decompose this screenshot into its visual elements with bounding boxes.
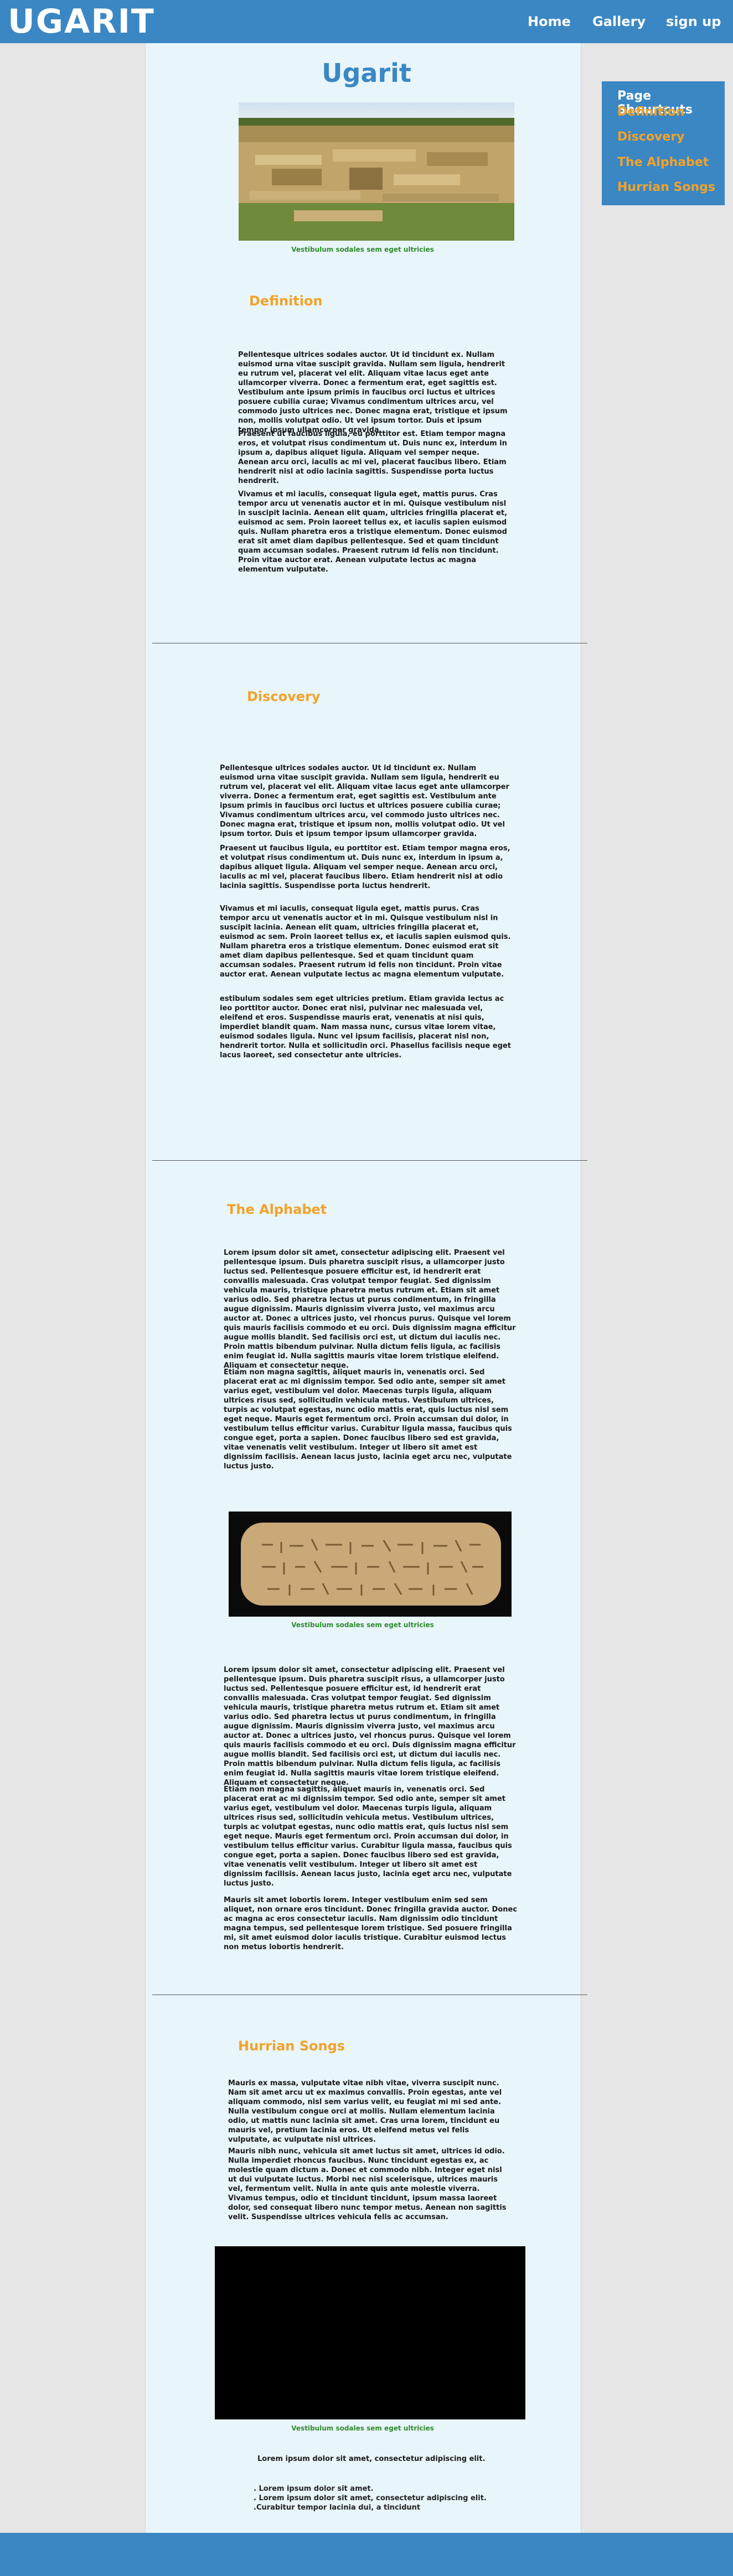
nav-link-home[interactable]: Home xyxy=(528,0,571,43)
alphabet-paragraph: Mauris sit amet lobortis lorem. Integer … xyxy=(224,1896,518,1951)
clay-tablet-illustration xyxy=(229,1512,512,1617)
video-player[interactable] xyxy=(215,2246,525,2419)
definition-paragraph: Pellentesque ultrices sodales auctor. Ut… xyxy=(238,351,508,434)
nav-link-sign-up[interactable]: sign up xyxy=(666,0,721,43)
shortcut-discovery[interactable]: Discovery xyxy=(617,130,685,144)
discovery-paragraph: Pellentesque ultrices sodales auctor. Ut… xyxy=(220,764,509,838)
shortcut-hurrian-songs[interactable]: Hurrian Songs xyxy=(617,180,715,194)
page-shortcuts-panel: Page Shourtcuts Definition Discovery The… xyxy=(602,81,725,205)
hurrian-paragraph: Mauris nibh nunc, vehicula sit amet luct… xyxy=(228,2147,507,2221)
top-navbar: UGARIT Home Gallery sign up xyxy=(0,0,733,43)
list-item: .Curabitur tempor lacinia dui, a tincidu… xyxy=(254,2504,421,2512)
list-item: . Lorem ipsum dolor sit amet. xyxy=(254,2485,374,2493)
alphabet-paragraph: Lorem ipsum dolor sit amet, consectetur … xyxy=(224,1666,516,1787)
section-divider xyxy=(152,1160,587,1161)
discovery-paragraph: Praesent ut faucibus ligula, eu porttito… xyxy=(220,844,510,890)
alphabet-heading: The Alphabet xyxy=(227,1202,327,1217)
alphabet-paragraph: Etiam non magna sagittis, aliquet mauris… xyxy=(224,1368,512,1471)
shortcut-alphabet[interactable]: The Alphabet xyxy=(617,155,709,169)
discovery-heading: Discovery xyxy=(247,689,321,704)
ruins-illustration xyxy=(239,102,514,241)
shortcut-definition[interactable]: Definition xyxy=(617,105,685,119)
site-logo[interactable]: UGARIT xyxy=(8,0,155,43)
hurrian-closing-sentence: Lorem ipsum dolor sit amet, consectetur … xyxy=(257,2455,486,2463)
alphabet-paragraph: Etiam non magna sagittis, aliquet mauris… xyxy=(224,1785,512,1888)
tablet-caption: Vestibulum sodales sem eget ultricies xyxy=(291,1621,434,1629)
video-caption: Vestibulum sodales sem eget ultricies xyxy=(291,2424,434,2432)
discovery-paragraph: Vivamus et mi iaculis, consequat ligula … xyxy=(220,905,511,979)
list-item: . Lorem ipsum dolor sit amet, consectetu… xyxy=(254,2494,487,2502)
discovery-paragraph: estibulum sodales sem eget ultricies pre… xyxy=(220,995,511,1060)
definition-paragraph: Praesent ut faucibus ligula, eu porttito… xyxy=(238,430,507,485)
footer-bar xyxy=(0,2533,733,2576)
hurrian-list: . Lorem ipsum dolor sit amet. . Lorem ip… xyxy=(254,2484,508,2512)
hurrian-paragraph: Mauris ex massa, vulputate vitae nibh vi… xyxy=(228,2079,502,2144)
nav-link-gallery[interactable]: Gallery xyxy=(592,0,646,43)
definition-heading: Definition xyxy=(249,293,323,309)
hurrian-songs-heading: Hurrian Songs xyxy=(238,2038,345,2054)
ruins-photo xyxy=(239,102,514,241)
clay-tablet-photo xyxy=(229,1512,512,1617)
definition-paragraph: Vivamus et mi iaculis, consequat ligula … xyxy=(238,490,508,574)
ruins-caption: Vestibulum sodales sem eget ultricies xyxy=(291,246,434,253)
alphabet-paragraph: Lorem ipsum dolor sit amet, consectetur … xyxy=(224,1249,516,1370)
